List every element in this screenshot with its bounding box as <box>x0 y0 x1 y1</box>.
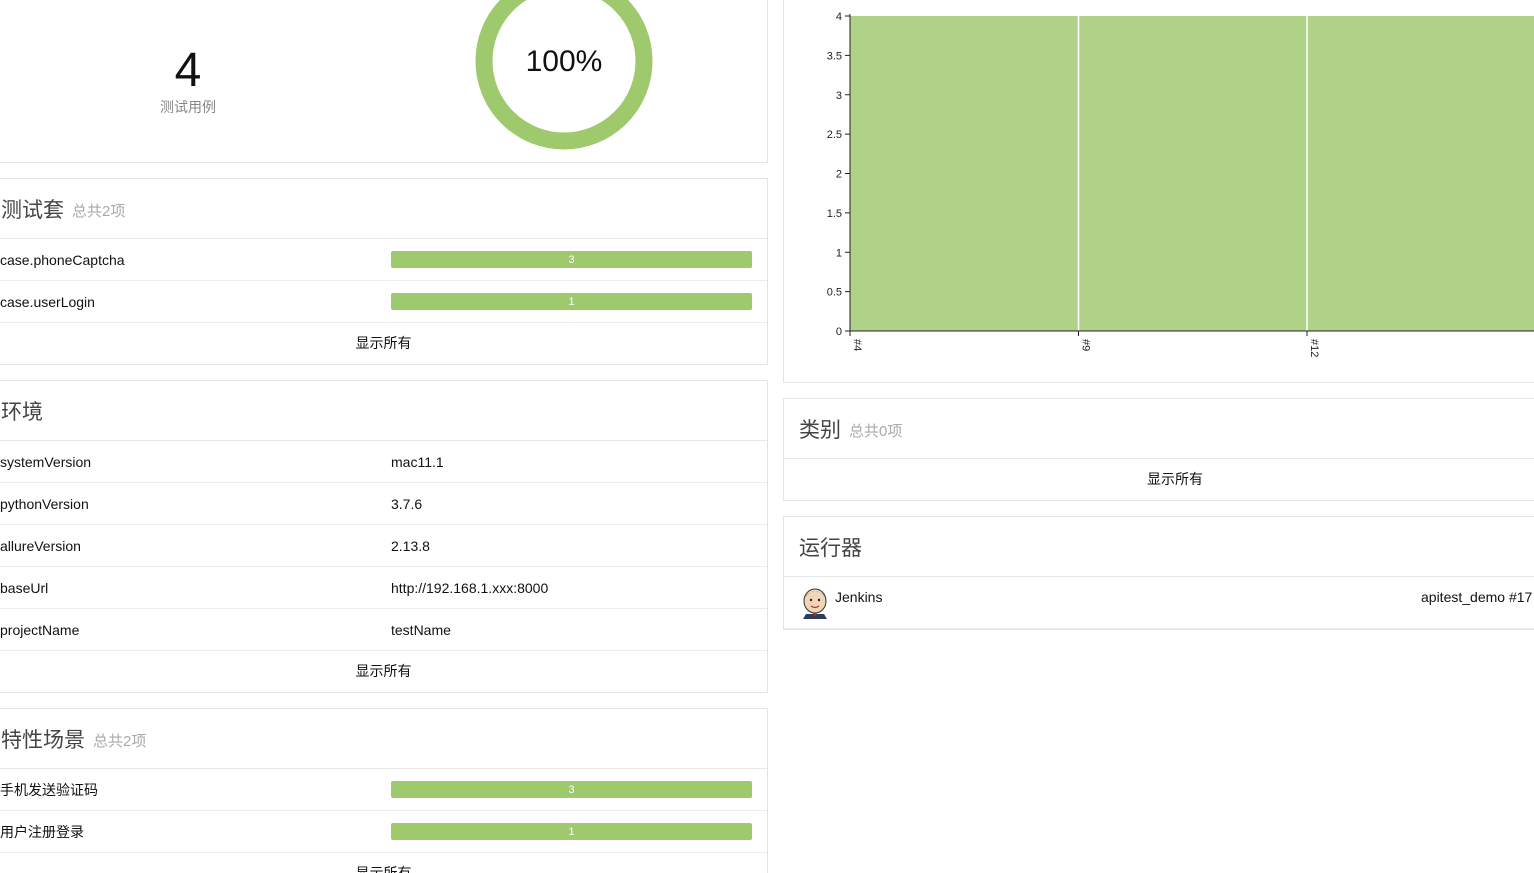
y-tick-label: 3.5 <box>827 50 842 62</box>
environment-title: 环境 <box>1 400 43 424</box>
executors-widget: 运行器 Jenkins apitest_demo #17 <box>783 516 1534 630</box>
y-tick-label: 2.5 <box>827 129 842 141</box>
executors-title-bar: 运行器 <box>784 517 1534 577</box>
env-row: projectName testName <box>0 609 767 651</box>
env-row: baseUrl http://192.168.1.xxx:8000 <box>0 567 767 609</box>
feature-name: 用户注册登录 <box>0 823 84 840</box>
suite-name: case.phoneCaptcha <box>0 251 125 268</box>
categories-title-bar: 类别 总共0项 <box>784 399 1534 459</box>
suites-count: 总共2项 <box>72 203 126 220</box>
suites-title-bar: 测试套 总共2项 <box>0 179 767 239</box>
y-tick-label: 1 <box>836 247 842 259</box>
feature-name: 手机发送验证码 <box>0 781 98 798</box>
feature-row[interactable]: 用户注册登录 1 <box>0 811 767 853</box>
history-trend-chart[interactable]: 00.511.522.533.54#4#9#12#17 <box>784 0 1534 383</box>
env-value: http://192.168.1.xxx:8000 <box>391 579 549 596</box>
features-title-bar: 特性场景 总共2项 <box>0 709 767 769</box>
suite-name: case.userLogin <box>0 293 95 310</box>
environment-widget: 环境 systemVersion mac11.1 pythonVersion 3… <box>0 380 768 693</box>
summary-widget: 4 测试用例 100% <box>0 0 768 163</box>
env-key: projectName <box>0 621 80 638</box>
feature-status-bar[interactable]: 3 <box>391 781 752 798</box>
suite-status-bar[interactable]: 1 <box>391 293 752 310</box>
executor-name: Jenkins <box>835 589 883 605</box>
y-tick-label: 3 <box>836 90 842 102</box>
environment-title-bar: 环境 <box>0 381 767 441</box>
feature-status-bar[interactable]: 1 <box>391 823 752 840</box>
y-tick-label: 0.5 <box>827 287 842 299</box>
executor-build-link[interactable]: apitest_demo #17 <box>1421 589 1532 605</box>
x-tick-label: #12 <box>1308 339 1320 357</box>
y-tick-label: 2 <box>836 169 842 181</box>
env-value: 3.7.6 <box>391 495 423 512</box>
features-count: 总共2项 <box>93 733 147 750</box>
y-tick-label: 4 <box>836 11 842 23</box>
features-widget: 特性场景 总共2项 手机发送验证码 3 用户注册登录 1 显示所有 <box>0 708 768 873</box>
y-tick-label: 1.5 <box>827 208 842 220</box>
suites-show-all-link[interactable]: 显示所有 <box>0 323 767 363</box>
env-key: baseUrl <box>0 579 49 596</box>
total-test-count: 4 <box>174 44 202 97</box>
features-title: 特性场景 <box>1 728 85 752</box>
executor-row[interactable]: Jenkins apitest_demo #17 <box>784 577 1534 629</box>
total-test-label: 测试用例 <box>160 99 216 115</box>
trend-area-passed <box>850 16 1534 331</box>
env-key: systemVersion <box>0 453 92 470</box>
suite-status-bar[interactable]: 3 <box>391 251 752 268</box>
env-row: pythonVersion 3.7.6 <box>0 483 767 525</box>
env-value: mac11.1 <box>391 453 444 470</box>
categories-count: 总共0项 <box>849 423 903 440</box>
executors-title: 运行器 <box>799 536 862 560</box>
x-tick-label: #9 <box>1080 339 1092 351</box>
success-rate-value: 100% <box>525 45 603 78</box>
env-key: pythonVersion <box>0 495 89 512</box>
y-tick-label: 0 <box>836 326 842 338</box>
feature-row[interactable]: 手机发送验证码 3 <box>0 769 767 811</box>
jenkins-icon <box>803 588 827 619</box>
features-show-all-link[interactable]: 显示所有 <box>0 853 767 873</box>
env-row: allureVersion 2.13.8 <box>0 525 767 567</box>
env-row: systemVersion mac11.1 <box>0 441 767 483</box>
categories-show-all-link[interactable]: 显示所有 <box>784 459 1534 499</box>
suites-title: 测试套 <box>1 198 64 222</box>
suites-widget: 测试套 总共2项 case.phoneCaptcha 3 case.userLo… <box>0 178 768 365</box>
env-value: 2.13.8 <box>391 537 430 554</box>
trend-widget: 00.511.522.533.54#4#9#12#17 <box>783 0 1534 383</box>
x-tick-label: #4 <box>851 339 863 351</box>
env-key: allureVersion <box>0 537 81 554</box>
environment-show-all-link[interactable]: 显示所有 <box>0 651 767 691</box>
categories-widget: 类别 总共0项 显示所有 <box>783 398 1534 501</box>
suite-row[interactable]: case.phoneCaptcha 3 <box>0 239 767 281</box>
categories-title: 类别 <box>799 418 841 442</box>
env-value: testName <box>391 621 451 638</box>
suite-row[interactable]: case.userLogin 1 <box>0 281 767 323</box>
